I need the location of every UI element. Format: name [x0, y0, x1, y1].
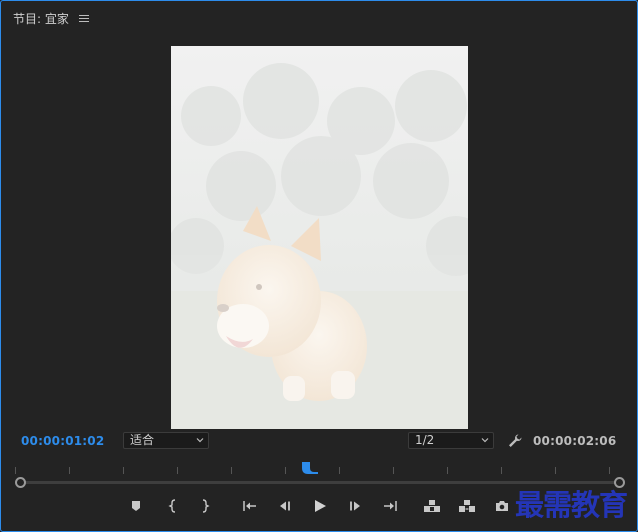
ruler-tick: [339, 467, 340, 474]
add-marker-button[interactable]: [125, 496, 147, 516]
panel-title[interactable]: 节目: 宜家: [13, 10, 69, 27]
hamburger-menu-icon[interactable]: [78, 15, 89, 23]
chevron-down-icon: [196, 438, 204, 443]
step-forward-icon: [350, 501, 360, 511]
playback-resolution-select[interactable]: 1/2: [408, 432, 494, 449]
play-icon: [315, 500, 326, 512]
mark-in-icon: [168, 499, 176, 513]
mark-out-icon: [202, 499, 210, 513]
corgi-photo-image: [171, 46, 468, 429]
step-back-button[interactable]: [274, 496, 296, 516]
step-back-icon: [280, 501, 290, 511]
ruler-tick: [447, 467, 448, 474]
playhead-marker[interactable]: [301, 461, 319, 475]
mark-out-button[interactable]: [194, 496, 216, 516]
watermark-logo-text: 最需教育: [515, 488, 628, 522]
ruler-tick: [15, 467, 16, 474]
ruler-tick: [609, 467, 610, 474]
program-monitor-panel: 节目: 宜家 00:00:01:02 适合 1/2 00:00:02:06 最需…: [0, 0, 638, 532]
mark-in-button[interactable]: [162, 496, 184, 516]
extract-icon: [459, 500, 475, 512]
camera-icon: [496, 501, 508, 511]
ruler-tick: [285, 467, 286, 474]
time-ruler[interactable]: [15, 459, 625, 477]
ruler-tick: [177, 467, 178, 474]
zoom-level-value: 适合: [130, 433, 155, 447]
go-to-in-icon: [243, 501, 256, 511]
go-to-out-icon: [384, 501, 397, 511]
video-viewer[interactable]: [171, 46, 468, 429]
play-button[interactable]: [309, 496, 331, 516]
current-timecode[interactable]: 00:00:01:02: [21, 434, 104, 448]
playback-resolution-value: 1/2: [415, 433, 435, 447]
marker-icon: [132, 501, 140, 511]
duration-timecode: 00:00:02:06: [533, 434, 617, 448]
step-forward-button[interactable]: [344, 496, 366, 516]
ruler-tick: [393, 467, 394, 474]
ruler-tick: [69, 467, 70, 474]
chevron-down-icon: [481, 438, 489, 443]
scrollbar-left-handle[interactable]: [15, 477, 26, 488]
lift-icon: [424, 500, 440, 512]
zoom-level-select[interactable]: 适合: [123, 432, 209, 449]
ruler-tick: [555, 467, 556, 474]
extract-button[interactable]: [456, 496, 478, 516]
wrench-icon[interactable]: [507, 433, 523, 449]
lift-button[interactable]: [421, 496, 443, 516]
ruler-tick: [231, 467, 232, 474]
export-frame-button[interactable]: [491, 496, 513, 516]
go-to-out-button[interactable]: [379, 496, 401, 516]
ruler-tick: [501, 467, 502, 474]
ruler-tick: [123, 467, 124, 474]
panel-header: 节目: 宜家: [13, 9, 89, 27]
go-to-in-button[interactable]: [239, 496, 261, 516]
